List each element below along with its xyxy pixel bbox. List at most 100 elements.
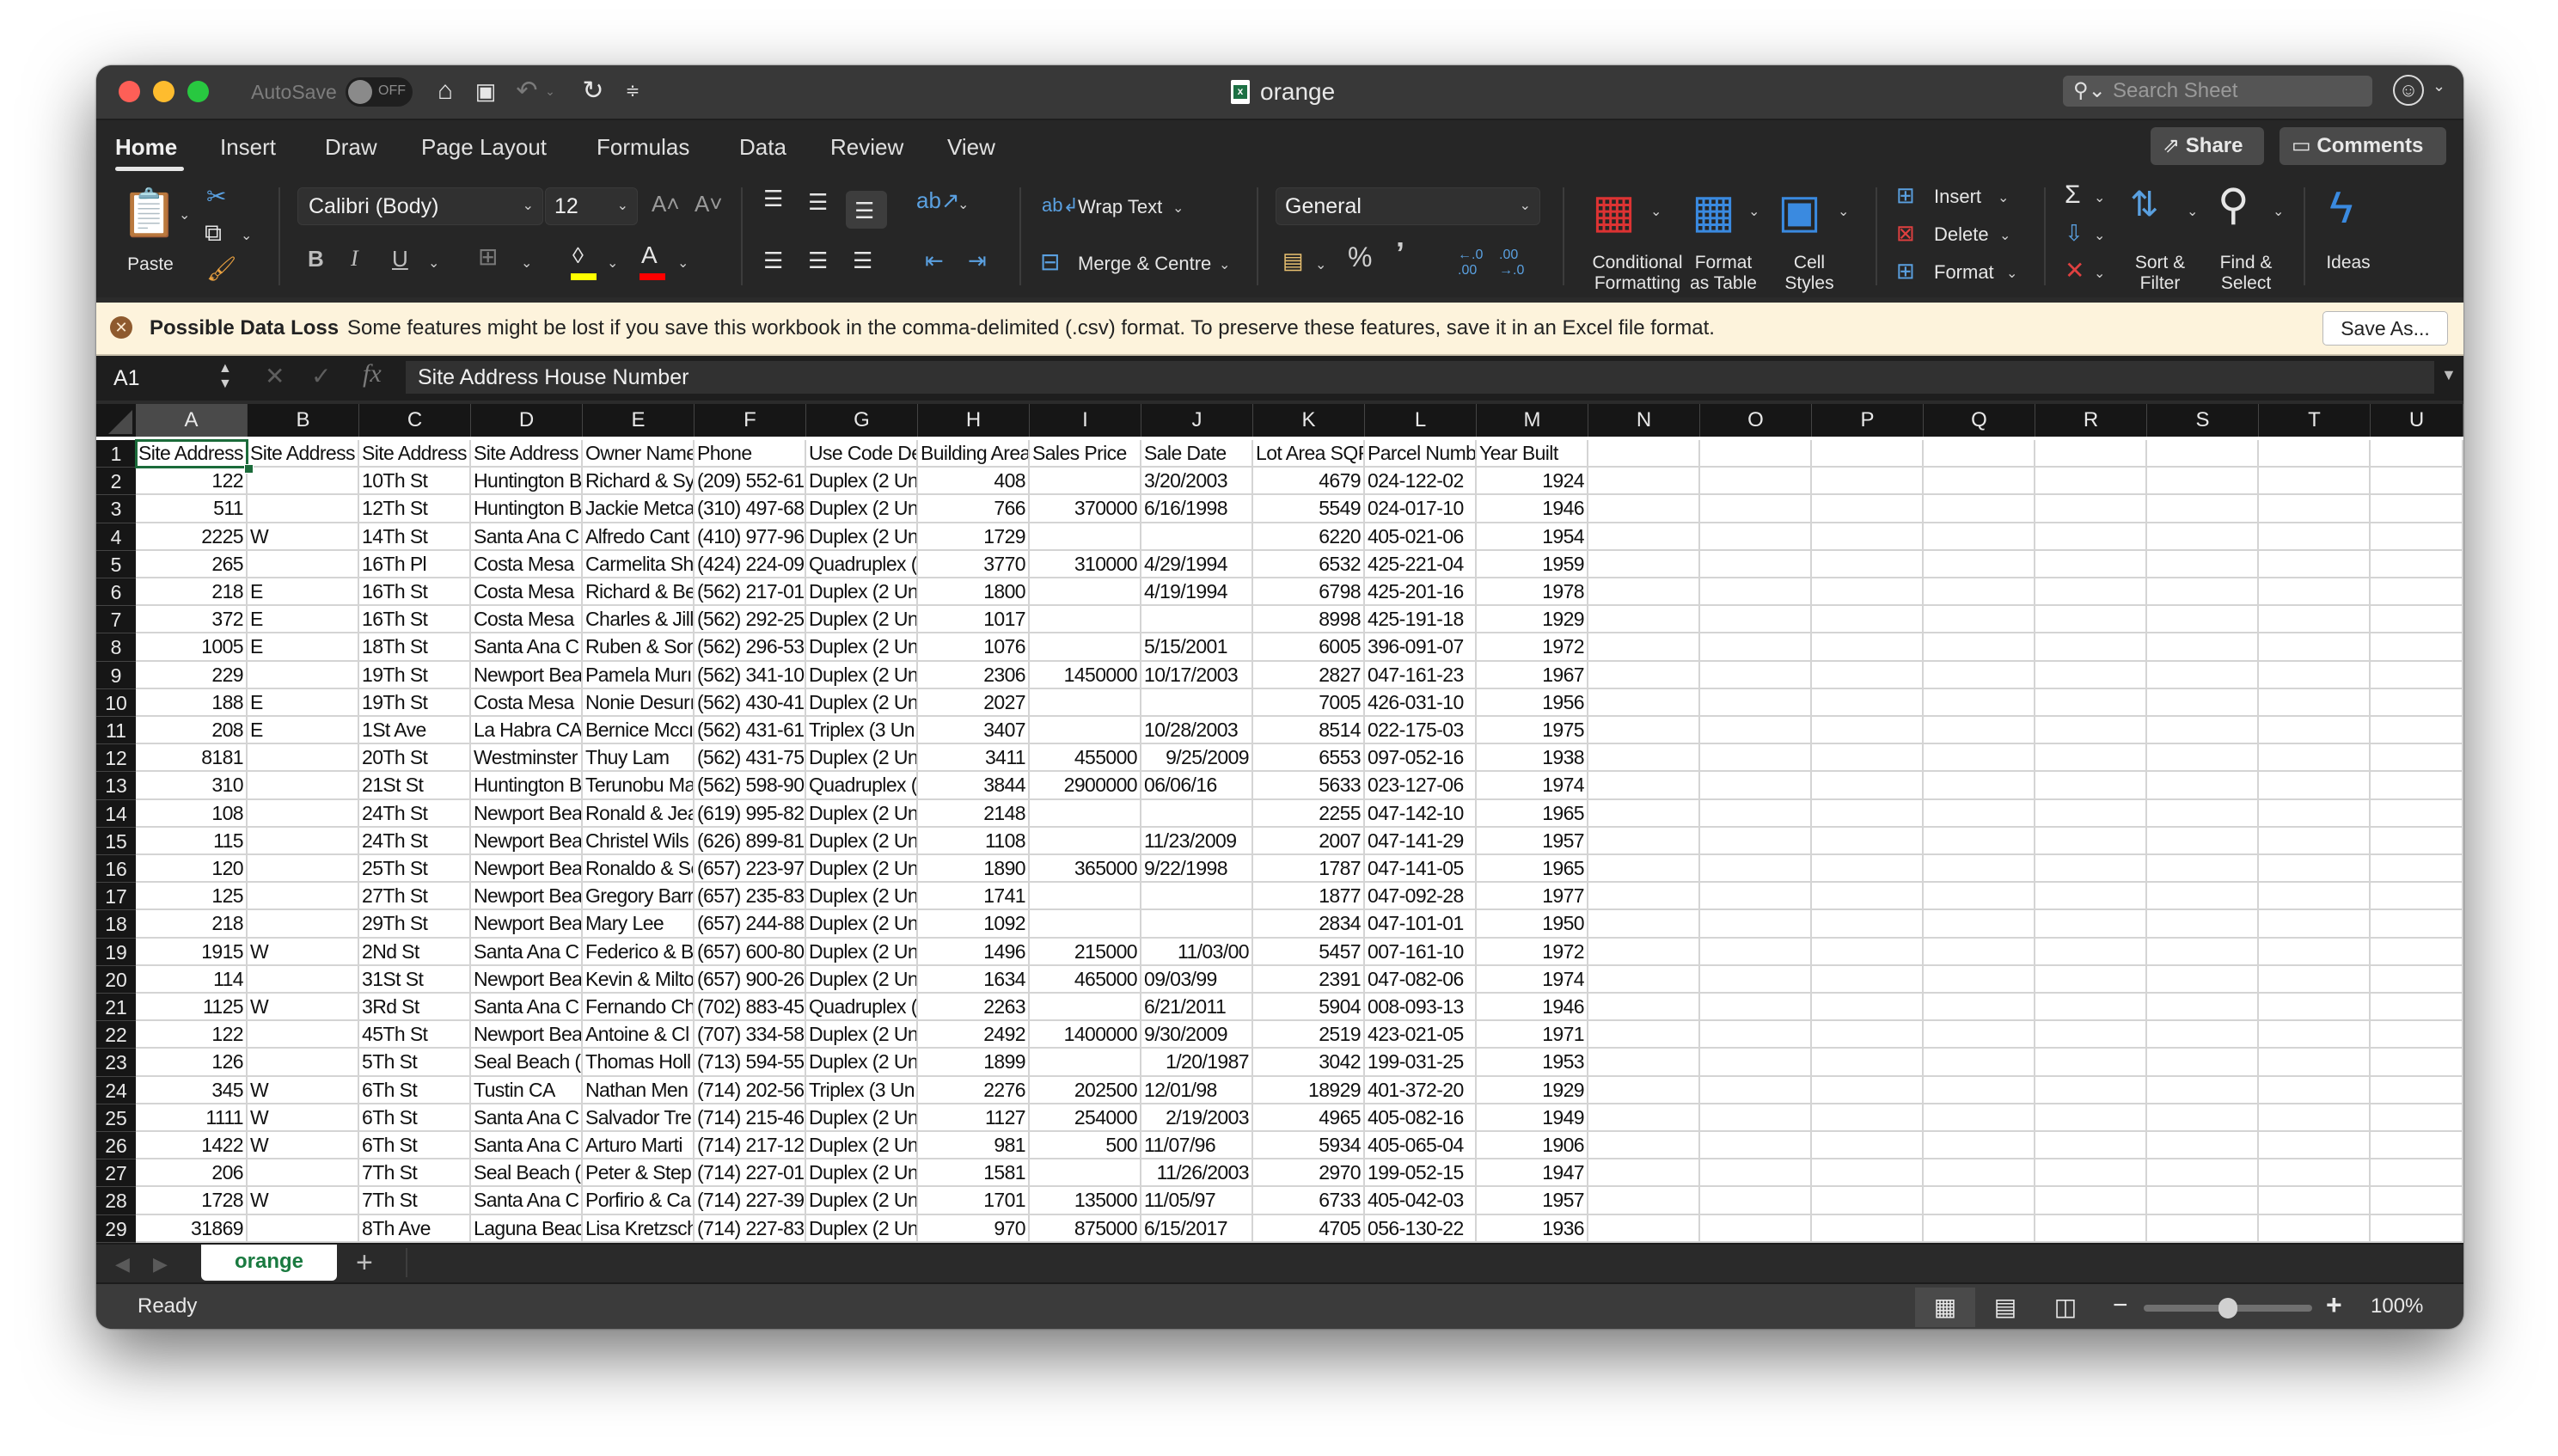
table-cell[interactable] <box>1812 688 1924 717</box>
table-cell[interactable] <box>1700 827 1812 855</box>
table-cell[interactable] <box>2259 661 2371 689</box>
table-cell[interactable] <box>248 661 359 689</box>
table-cell[interactable]: 6220 <box>1253 523 1365 551</box>
table-cell[interactable]: 115 <box>136 827 248 855</box>
conditional-formatting-icon[interactable]: ▦ <box>1592 184 1636 239</box>
table-cell[interactable] <box>1588 744 1700 773</box>
table-cell[interactable]: 5457 <box>1253 938 1365 966</box>
table-cell[interactable] <box>1030 883 1141 911</box>
table-cell[interactable] <box>2371 994 2463 1022</box>
table-cell[interactable] <box>1588 1214 1700 1243</box>
table-cell[interactable]: Newport Bea <box>471 1021 583 1049</box>
table-cell[interactable] <box>2147 1214 2259 1243</box>
table-cell[interactable] <box>1588 938 1700 966</box>
table-cell[interactable] <box>1812 1187 1924 1215</box>
table-cell[interactable] <box>2035 468 2147 496</box>
table-cell[interactable] <box>1588 495 1700 523</box>
table-cell[interactable] <box>2371 938 2463 966</box>
format-cells-button[interactable]: Format <box>1934 261 1994 284</box>
table-cell[interactable]: 1422 <box>136 1132 248 1160</box>
table-cell[interactable]: 370000 <box>1030 495 1141 523</box>
column-header-b[interactable]: B <box>248 404 359 437</box>
table-cell[interactable]: 16Th Pl <box>359 550 471 578</box>
table-cell[interactable] <box>1141 910 1253 939</box>
table-cell[interactable] <box>2371 827 2463 855</box>
table-cell[interactable]: Newport Bea <box>471 799 583 828</box>
table-cell[interactable]: Santa Ana C <box>471 1104 583 1132</box>
table-cell[interactable] <box>2371 1076 2463 1104</box>
table-cell[interactable] <box>2259 965 2371 994</box>
table-cell[interactable] <box>1030 633 1141 662</box>
table-cell[interactable]: 2827 <box>1253 661 1365 689</box>
table-cell[interactable] <box>1588 688 1700 717</box>
table-cell[interactable] <box>1700 799 1812 828</box>
table-cell[interactable]: 7005 <box>1253 688 1365 717</box>
table-cell[interactable]: 1108 <box>918 827 1030 855</box>
table-cell[interactable]: 008-093-13 <box>1365 994 1477 1022</box>
tab-review[interactable]: Review <box>830 132 903 162</box>
table-cell[interactable]: 215000 <box>1030 938 1141 966</box>
table-cell[interactable]: 007-161-10 <box>1365 938 1477 966</box>
paste-chevron-icon[interactable]: ⌄ <box>179 205 190 227</box>
page-break-preview-icon[interactable]: ◫ <box>2035 1288 2096 1327</box>
table-cell[interactable]: 1877 <box>1253 883 1365 911</box>
table-cell[interactable] <box>1812 550 1924 578</box>
column-title-cell[interactable] <box>2259 440 2371 468</box>
table-cell[interactable]: 3411 <box>918 744 1030 773</box>
table-cell[interactable] <box>1700 1021 1812 1049</box>
table-cell[interactable]: 970 <box>918 1214 1030 1243</box>
fill-icon[interactable]: ⇩ <box>2065 222 2084 244</box>
table-cell[interactable]: Ruben & Son <box>583 633 695 662</box>
table-cell[interactable] <box>1924 1187 2035 1215</box>
table-cell[interactable]: 2834 <box>1253 910 1365 939</box>
table-cell[interactable]: Duplex (2 Un <box>806 495 918 523</box>
table-cell[interactable]: Santa Ana C <box>471 633 583 662</box>
table-cell[interactable]: 1076 <box>918 633 1030 662</box>
insert-chevron-icon[interactable]: ⌄ <box>1998 187 2009 210</box>
autosum-chevron-icon[interactable]: ⌄ <box>2094 187 2105 210</box>
table-cell[interactable] <box>2259 827 2371 855</box>
table-cell[interactable] <box>1812 827 1924 855</box>
table-cell[interactable]: (410) 977-96 <box>695 523 806 551</box>
table-cell[interactable]: 5Th St <box>359 1049 471 1077</box>
table-cell[interactable] <box>2259 1187 2371 1215</box>
table-cell[interactable]: 218 <box>136 578 248 607</box>
table-cell[interactable]: 405-021-06 <box>1365 523 1477 551</box>
table-cell[interactable] <box>2371 523 2463 551</box>
table-cell[interactable]: 1974 <box>1477 965 1588 994</box>
find-select-icon[interactable]: ⚲ <box>2218 179 2249 230</box>
table-cell[interactable]: 11/05/97 <box>1141 1187 1253 1215</box>
table-cell[interactable] <box>1924 1076 2035 1104</box>
column-header-i[interactable]: I <box>1030 404 1141 437</box>
column-title-cell[interactable] <box>1588 440 1700 468</box>
row-header[interactable]: 8 <box>96 633 136 662</box>
align-center-icon[interactable]: ☰ <box>808 249 828 272</box>
row-header[interactable]: 26 <box>96 1132 136 1160</box>
column-header-t[interactable]: T <box>2259 404 2371 437</box>
table-cell[interactable]: 9/22/1998 <box>1141 855 1253 884</box>
table-cell[interactable]: (702) 883-45 <box>695 994 806 1022</box>
table-cell[interactable]: Duplex (2 Un <box>806 827 918 855</box>
table-cell[interactable]: (562) 292-25 <box>695 606 806 634</box>
table-cell[interactable] <box>1924 799 2035 828</box>
table-cell[interactable]: (562) 341-10 <box>695 661 806 689</box>
table-cell[interactable]: W <box>248 1104 359 1132</box>
table-cell[interactable] <box>1924 633 2035 662</box>
row-header[interactable]: 25 <box>96 1104 136 1132</box>
table-cell[interactable] <box>2147 1049 2259 1077</box>
table-cell[interactable]: 122 <box>136 468 248 496</box>
table-cell[interactable] <box>248 550 359 578</box>
table-cell[interactable]: 405-042-03 <box>1365 1187 1477 1215</box>
table-cell[interactable]: 1741 <box>918 883 1030 911</box>
column-header-m[interactable]: M <box>1477 404 1588 437</box>
table-cell[interactable]: (424) 224-09 <box>695 550 806 578</box>
table-cell[interactable]: 408 <box>918 468 1030 496</box>
table-cell[interactable]: Duplex (2 Un <box>806 633 918 662</box>
italic-button[interactable]: I <box>351 248 358 270</box>
table-cell[interactable] <box>2035 633 2147 662</box>
cell-styles-chevron-icon[interactable]: ⌄ <box>1838 201 1849 223</box>
table-cell[interactable]: 500 <box>1030 1132 1141 1160</box>
table-cell[interactable]: 2900000 <box>1030 772 1141 800</box>
table-cell[interactable] <box>1030 688 1141 717</box>
table-cell[interactable] <box>1700 994 1812 1022</box>
